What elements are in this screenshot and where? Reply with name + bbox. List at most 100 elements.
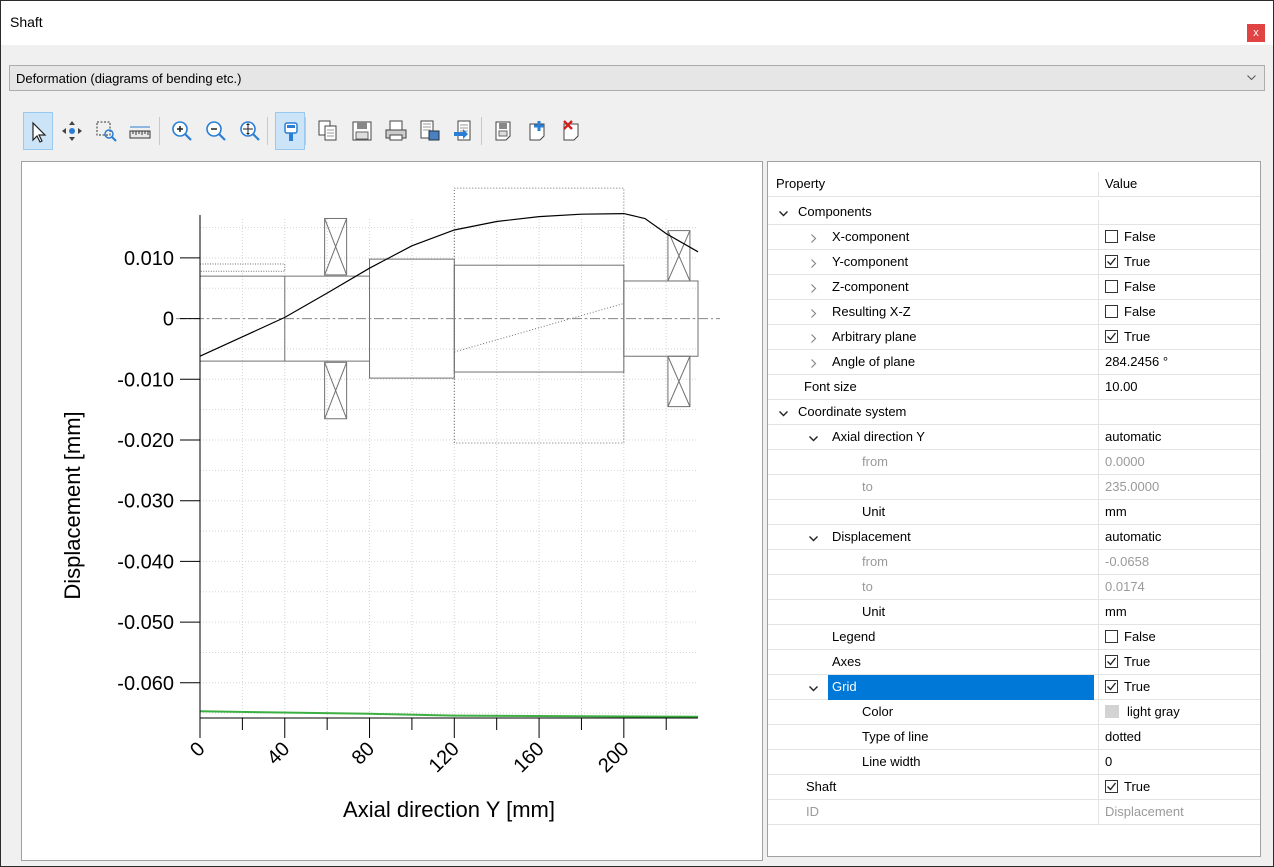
property-value-cell[interactable]: 0.0000: [1098, 450, 1260, 474]
expand-toggle[interactable]: [808, 332, 820, 343]
y-tick-label: -0.040: [117, 551, 174, 573]
property-value-cell[interactable]: False: [1098, 300, 1260, 324]
toolbar-separator: [481, 117, 482, 145]
property-row[interactable]: Unit mm: [768, 500, 1260, 525]
property-value-cell[interactable]: False: [1098, 625, 1260, 649]
property-row[interactable]: Line width 0: [768, 750, 1260, 775]
x-tick-label: 80: [348, 738, 379, 769]
expand-toggle[interactable]: [808, 357, 820, 368]
checked-checkbox[interactable]: [1105, 255, 1118, 268]
export-button[interactable]: [449, 112, 479, 150]
property-row[interactable]: Arbitrary plane True: [768, 325, 1260, 350]
save-button[interactable]: [347, 112, 377, 150]
expand-toggle[interactable]: [808, 307, 820, 318]
property-value-cell[interactable]: True: [1098, 650, 1260, 674]
expand-toggle[interactable]: [808, 257, 820, 268]
property-label: Font size: [804, 379, 857, 394]
property-row[interactable]: Axes True: [768, 650, 1260, 675]
diagram-type-select[interactable]: Deformation (diagrams of bending etc.): [9, 65, 1265, 91]
property-row[interactable]: Resulting X-Z False: [768, 300, 1260, 325]
save-diagram-icon: [495, 121, 511, 141]
property-value-cell[interactable]: 284.2456 °: [1098, 350, 1260, 374]
property-value-cell[interactable]: [1098, 400, 1260, 424]
paste-clipboard-button[interactable]: [415, 112, 445, 150]
expand-toggle[interactable]: [808, 232, 820, 243]
property-value-cell[interactable]: 235.0000: [1098, 475, 1260, 499]
checked-checkbox[interactable]: [1105, 330, 1118, 343]
property-value-cell[interactable]: automatic: [1098, 525, 1260, 549]
unchecked-checkbox[interactable]: [1105, 230, 1118, 243]
save-diagram-button[interactable]: [489, 112, 519, 150]
select-pointer-button[interactable]: [23, 112, 53, 150]
print-button[interactable]: [381, 112, 411, 150]
property-value-cell[interactable]: -0.0658: [1098, 550, 1260, 574]
collapse-toggle[interactable]: [808, 532, 820, 543]
add-diagram-button[interactable]: [523, 112, 553, 150]
property-value-cell[interactable]: mm: [1098, 600, 1260, 624]
property-row[interactable]: Z-component False: [768, 275, 1260, 300]
property-row[interactable]: Color light gray: [768, 700, 1260, 725]
x-tick-label: 0: [186, 738, 209, 761]
property-value-cell[interactable]: mm: [1098, 500, 1260, 524]
property-row[interactable]: Font size 10.00: [768, 375, 1260, 400]
property-row[interactable]: Unit mm: [768, 600, 1260, 625]
collapse-toggle[interactable]: [778, 407, 790, 418]
property-value-cell[interactable]: automatic: [1098, 425, 1260, 449]
property-value-cell[interactable]: dotted: [1098, 725, 1260, 749]
deformation-chart[interactable]: 0.010 0 -0.010 -0.020 -0.030 -0.040 -0.050 -0.0…: [22, 162, 762, 860]
property-label: Line width: [862, 754, 921, 769]
property-value-cell[interactable]: 0: [1098, 750, 1260, 774]
property-row[interactable]: to 0.0174: [768, 575, 1260, 600]
checked-checkbox[interactable]: [1105, 655, 1118, 668]
property-row[interactable]: Grid True: [768, 675, 1260, 700]
unchecked-checkbox[interactable]: [1105, 305, 1118, 318]
property-value-cell[interactable]: False: [1098, 275, 1260, 299]
property-row[interactable]: Legend False: [768, 625, 1260, 650]
measure-ruler-button[interactable]: [125, 112, 155, 150]
property-value-cell[interactable]: True: [1098, 675, 1260, 699]
unchecked-checkbox[interactable]: [1105, 280, 1118, 293]
zoom-out-button[interactable]: [201, 112, 231, 150]
property-row[interactable]: from -0.0658: [768, 550, 1260, 575]
chevron-down-icon: [1247, 75, 1256, 81]
property-row[interactable]: ID Displacement: [768, 800, 1260, 825]
rolling-bearing-button[interactable]: [275, 112, 305, 150]
zoom-fit-button[interactable]: [235, 112, 265, 150]
property-row[interactable]: Shaft True: [768, 775, 1260, 800]
copy-button[interactable]: [313, 112, 343, 150]
property-value-cell[interactable]: [1098, 200, 1260, 224]
property-row[interactable]: Coordinate system: [768, 400, 1260, 425]
property-row[interactable]: Type of line dotted: [768, 725, 1260, 750]
property-row[interactable]: X-component False: [768, 225, 1260, 250]
property-label: Grid: [828, 675, 1094, 700]
property-value-cell[interactable]: 10.00: [1098, 375, 1260, 399]
property-row[interactable]: Angle of plane 284.2456 °: [768, 350, 1260, 375]
checked-checkbox[interactable]: [1105, 680, 1118, 693]
checked-checkbox[interactable]: [1105, 780, 1118, 793]
series-line-0: [199, 212, 699, 357]
property-value-cell[interactable]: True: [1098, 250, 1260, 274]
property-value-cell[interactable]: 0.0174: [1098, 575, 1260, 599]
close-button[interactable]: x: [1247, 24, 1265, 42]
property-row[interactable]: Displacement automatic: [768, 525, 1260, 550]
property-value-cell[interactable]: True: [1098, 325, 1260, 349]
property-value-cell[interactable]: True: [1098, 775, 1260, 799]
pan-button[interactable]: [57, 112, 87, 150]
expand-toggle[interactable]: [808, 282, 820, 293]
unchecked-checkbox[interactable]: [1105, 630, 1118, 643]
delete-diagram-button[interactable]: [557, 112, 587, 150]
property-row[interactable]: to 235.0000: [768, 475, 1260, 500]
property-value-cell[interactable]: Displacement: [1098, 800, 1260, 824]
zoom-in-icon: [172, 121, 192, 141]
zoom-in-button[interactable]: [167, 112, 197, 150]
property-value-cell[interactable]: light gray: [1098, 700, 1260, 724]
zoom-window-button[interactable]: [91, 112, 121, 150]
property-value-cell[interactable]: False: [1098, 225, 1260, 249]
collapse-toggle[interactable]: [808, 682, 820, 693]
property-row[interactable]: Y-component True: [768, 250, 1260, 275]
collapse-toggle[interactable]: [778, 207, 790, 218]
property-row[interactable]: Axial direction Y automatic: [768, 425, 1260, 450]
collapse-toggle[interactable]: [808, 432, 820, 443]
property-row[interactable]: from 0.0000: [768, 450, 1260, 475]
property-row[interactable]: Components: [768, 200, 1260, 225]
